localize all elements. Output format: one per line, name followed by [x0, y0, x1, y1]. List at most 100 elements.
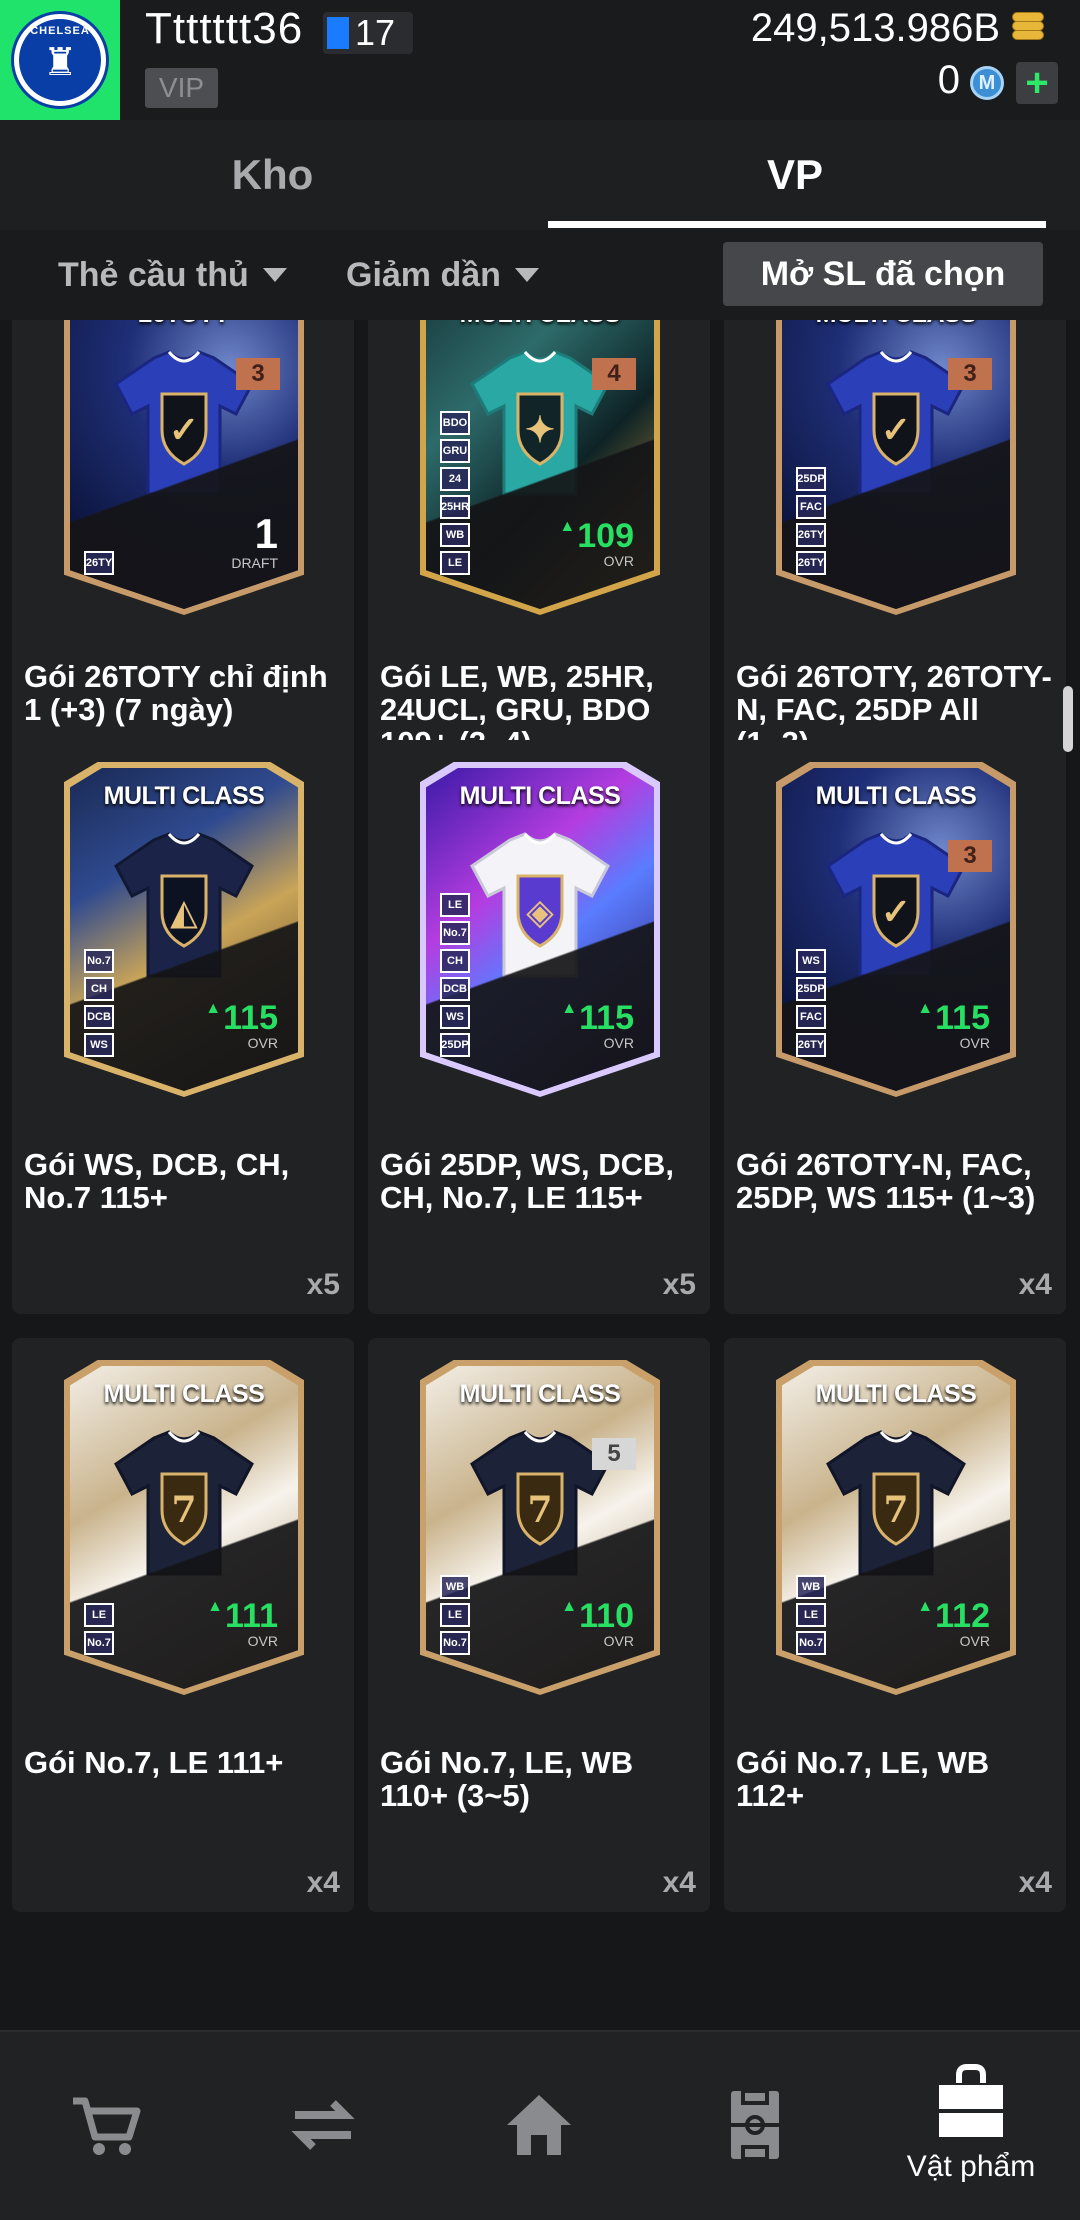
pack-card-image: ✓ MULTI CLASS 3 WS25DPFAC26TY 115 OVR	[776, 762, 1016, 1097]
player-card-filter-dropdown[interactable]: Thẻ cầu thủ	[58, 250, 287, 300]
ovr-label: OVR	[959, 1633, 990, 1649]
ovr-value: 112	[917, 1599, 990, 1633]
bottom-nav: Vật phẩm	[0, 2030, 1080, 2220]
pack-card-image: 7 MULTI CLASS WBLENo.7 112 OVR	[776, 1360, 1016, 1695]
card-title: MULTI CLASS	[103, 782, 265, 810]
pack-card-image: 7 MULTI CLASS 5 WBLENo.7 110 OVR	[420, 1360, 660, 1695]
coin-stack-icon	[1008, 12, 1048, 48]
crest-text: CHELSEA	[30, 25, 90, 37]
position-chip: 24	[440, 467, 470, 491]
position-chip: No.7	[796, 1631, 826, 1655]
ovr-rating: 115 OVR	[561, 1001, 634, 1051]
ovr-label: OVR	[603, 1633, 634, 1649]
ovr-rating: 112 OVR	[917, 1599, 990, 1649]
position-chip-list: LE No.7	[84, 1603, 114, 1655]
card-title: MULTI CLASS	[103, 1380, 265, 1408]
card-title: MULTI CLASS	[459, 782, 621, 810]
pack-item[interactable]: ✓ MULTI CLASS 3 WS25DPFAC26TY 115 OVR Gó…	[724, 740, 1066, 1314]
filter-bar: Thẻ cầu thủ Giảm dần Mở SL đã chọn	[0, 230, 1080, 320]
card-title: MULTI CLASS	[815, 1380, 977, 1408]
pack-item[interactable]: ◈ MULTI CLASS LENo.7CHDCBWS25DP 115 OVR …	[368, 740, 710, 1314]
position-chip: LE	[440, 551, 470, 575]
upgrade-level-tag: 3	[948, 840, 992, 872]
pack-item[interactable]: ◭ MULTI CLASS No.7CHDCBWS 115 OVR Gói WS…	[12, 740, 354, 1314]
nav-item-pitch[interactable]	[665, 2032, 845, 2220]
pack-name: Gói 26TOTY-N, FAC, 25DP, WS 115+ (1~3)	[736, 1147, 1036, 1215]
position-chip-list: No.7 CH DCB WS	[84, 949, 114, 1057]
position-chip: 26TY	[796, 551, 826, 575]
card-title: MULTI CLASS	[459, 1380, 621, 1408]
vip-badge[interactable]: VIP	[145, 68, 218, 108]
bag-icon	[931, 2061, 1011, 2146]
level-number: 17	[355, 12, 396, 53]
pack-name: Gói 26TOTY chỉ định 1 (+3) (7 ngày)	[24, 659, 328, 727]
dropdown-arrow-icon	[262, 268, 287, 282]
upgrade-level-tag: 3	[948, 358, 992, 390]
position-chip: DCB	[440, 977, 470, 1001]
ovr-rating: 115 OVR	[205, 1001, 278, 1051]
position-chip: WB	[440, 1575, 470, 1599]
position-chip-list: WS 25DP FAC 26TY	[796, 949, 826, 1057]
add-mcoin-button[interactable]: +	[1016, 62, 1058, 104]
pack-item[interactable]: 7 MULTI CLASS WBLENo.7 112 OVR Gói No.7,…	[724, 1338, 1066, 1912]
lion-icon: ♜	[42, 42, 78, 84]
ovr-label: OVR	[247, 1633, 278, 1649]
ovr-rating: 109 OVR	[559, 519, 634, 569]
pack-card-image: ✦ MULTI CLASS 4 BDOGRU2425HRWBLE 109 OVR	[420, 320, 660, 615]
position-chip: 25DP	[796, 977, 826, 1001]
mcoin-icon: M	[970, 66, 1004, 100]
position-chip: WS	[84, 1033, 114, 1057]
cart-icon	[67, 2085, 147, 2170]
pack-quantity: x5	[306, 1268, 340, 1301]
position-chip: 25HR	[440, 495, 470, 519]
pack-grid: ✓ 26TOTY 3 26TY 1 DRAFT Gói 26TOTY chỉ đ…	[0, 320, 1080, 2030]
tab-vp[interactable]: VP	[545, 120, 1045, 230]
position-chip: WB	[796, 1575, 826, 1599]
position-chip: 26TY	[796, 1033, 826, 1057]
transfer-icon	[283, 2085, 363, 2170]
ovr-label: OVR	[247, 1035, 278, 1051]
ovr-label: OVR	[959, 1035, 990, 1051]
position-chip: BDO	[440, 411, 470, 435]
nav-label: Vật phẩm	[906, 2149, 1036, 2183]
sort-order-dropdown[interactable]: Giảm dần	[346, 250, 539, 300]
position-chip: 26TY	[796, 523, 826, 547]
position-chip: No.7	[440, 921, 470, 945]
ovr-value: 115	[205, 1001, 278, 1035]
pitch-icon	[715, 2085, 795, 2170]
pack-name: Gói No.7, LE 111+	[24, 1745, 284, 1780]
ovr-rating: 111 OVR	[207, 1599, 278, 1649]
upgrade-level-tag: 4	[592, 358, 636, 390]
pack-quantity: x4	[1018, 1268, 1052, 1301]
upgrade-level-tag: 3	[236, 358, 280, 390]
card-title: MULTI CLASS	[426, 320, 654, 329]
pack-quantity: x4	[662, 1866, 696, 1899]
ovr-label: OVR	[603, 1035, 634, 1051]
scrollbar-thumb[interactable]	[1063, 686, 1073, 752]
nav-item-bag[interactable]: Vật phẩm	[881, 2032, 1061, 2220]
level-badge: 17	[323, 12, 413, 54]
pack-card-image: ✓ 26TOTY 3 26TY 1 DRAFT	[64, 320, 304, 615]
tab-bar: Kho VP	[0, 120, 1080, 230]
nav-item-transfer[interactable]	[233, 2032, 413, 2220]
home-icon	[499, 2085, 579, 2170]
tab-kho[interactable]: Kho	[0, 120, 545, 230]
username: Ttttttt36	[145, 4, 304, 53]
dropdown-arrow-icon	[514, 268, 539, 282]
pack-item[interactable]: 7 MULTI CLASS LENo.7 111 OVR Gói No.7, L…	[12, 1338, 354, 1912]
pack-quantity: x4	[306, 1866, 340, 1899]
ovr-value: 111	[207, 1599, 278, 1633]
nav-item-home[interactable]	[449, 2032, 629, 2220]
nav-item-cart[interactable]	[17, 2032, 197, 2220]
player-card-filter-label: Thẻ cầu thủ	[58, 255, 249, 294]
position-chip-list: BDO GRU 24 25HR WB LE	[440, 411, 470, 575]
open-selected-button[interactable]: Mở SL đã chọn	[723, 242, 1043, 306]
position-chip-list: 25DP FAC 26TY 26TY	[796, 467, 826, 575]
club-logo[interactable]: CHELSEA ♜	[0, 0, 120, 120]
pack-name: Gói 25DP, WS, DCB, CH, No.7, LE 115+	[380, 1147, 674, 1215]
pack-item[interactable]: 7 MULTI CLASS 5 WBLENo.7 110 OVR Gói No.…	[368, 1338, 710, 1912]
sort-order-label: Giảm dần	[346, 255, 501, 294]
top-bar: CHELSEA ♜ Ttttttt36 17 VIP 249,513.986B …	[0, 0, 1080, 120]
pack-name: Gói No.7, LE, WB 110+ (3~5)	[380, 1745, 634, 1813]
card-title: MULTI CLASS	[782, 320, 1010, 329]
